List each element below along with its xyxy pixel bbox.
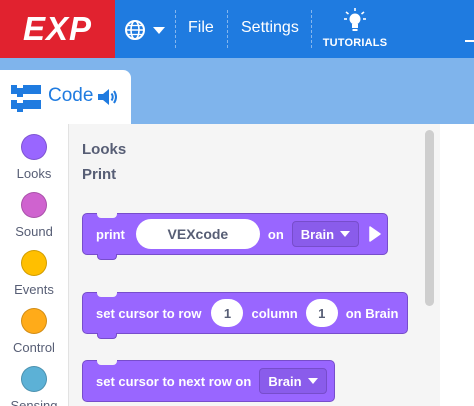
tutorials-button[interactable]: TUTORIALS [318,8,392,52]
flyout-scrollbar[interactable] [425,130,434,306]
row-input[interactable]: 1 [211,299,244,327]
next-row-block[interactable]: set cursor to next row on Brain [82,360,335,402]
category-menu: Looks Sound Events Control Sensing [0,124,68,406]
menu-divider [311,10,312,48]
block-bump [97,333,117,339]
chevron-down-icon [153,27,165,34]
exp-logo[interactable]: EXP [0,0,115,58]
print-block[interactable]: print VEXcode on Brain [82,213,388,260]
category-sensing[interactable]: Sensing [0,366,68,406]
dropdown-caret-icon [307,378,318,384]
lightbulb-icon [344,8,366,31]
print-word: print [96,226,125,242]
category-looks[interactable]: Looks [0,134,68,181]
tutorials-label: TUTORIALS [322,37,388,49]
code-blocks-icon [11,85,41,112]
menu-bar: EXP File Settings TUTORIALS [0,0,474,58]
category-label: Events [14,282,54,297]
brain-dropdown[interactable]: Brain [291,221,360,247]
tab-code[interactable]: Code [0,70,131,130]
subsection-heading: Print [82,166,117,183]
next-row-label: set cursor to next row on [96,373,252,389]
speaker-icon[interactable] [97,87,119,107]
category-label: Sound [15,224,53,239]
app-window: EXP File Settings TUTORIALS Code Looks S… [0,0,474,406]
on-word: on [267,226,284,242]
dropdown-caret-icon [340,231,351,237]
column-input[interactable]: 1 [305,299,338,327]
section-heading: Looks [82,141,127,158]
print-text-input[interactable]: VEXcode [135,219,260,249]
overflow-marker [465,40,474,42]
settings-menu[interactable]: Settings [241,19,299,37]
sensing-dot [21,366,47,392]
dropdown-value: Brain [300,226,335,242]
category-label: Looks [16,166,52,181]
menu-divider [175,10,176,48]
on-brain-text: on Brain [345,305,399,321]
category-label: Sensing [10,398,58,406]
brain-dropdown[interactable]: Brain [259,368,327,394]
block-notch [97,292,117,297]
category-label: Control [13,340,55,355]
set-cursor-block[interactable]: set cursor to row 1 column 1 on Brain [82,292,408,339]
category-control[interactable]: Control [0,308,68,355]
globe-icon [125,20,145,40]
language-menu[interactable] [124,16,168,44]
file-menu[interactable]: File [188,19,214,37]
block-notch [97,213,117,218]
expand-arrow-icon[interactable] [369,226,381,242]
sound-dot [21,192,47,218]
code-tab-label: Code [48,85,94,106]
column-word: column [251,305,298,321]
block-notch [97,360,117,365]
block-bump [97,254,117,260]
looks-dot [21,134,47,160]
logo-text: EXP [22,10,93,47]
events-dot [21,250,47,276]
category-events[interactable]: Events [0,250,68,297]
set-cursor-label: set cursor to row [96,305,202,321]
control-dot [21,308,47,334]
menu-divider [227,10,228,48]
category-sound[interactable]: Sound [0,192,68,239]
dropdown-value: Brain [268,373,302,389]
